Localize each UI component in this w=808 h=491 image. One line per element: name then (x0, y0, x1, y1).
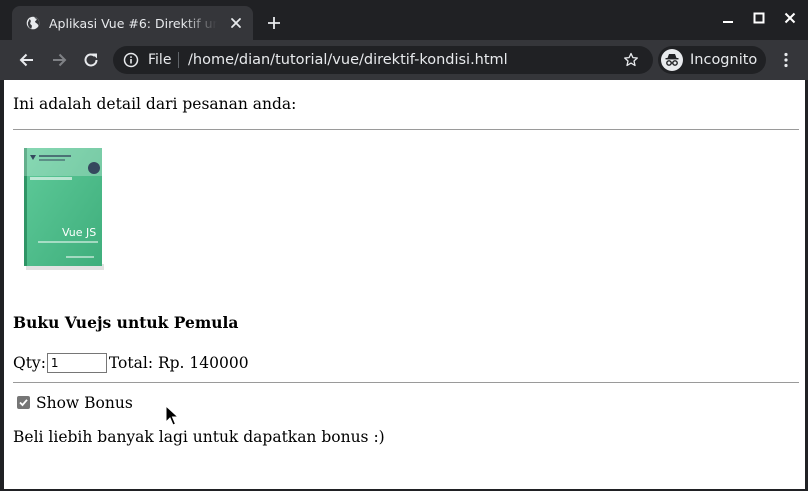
show-bonus-label[interactable]: Show Bonus (36, 394, 133, 412)
url-text[interactable]: /home/dian/tutorial/vue/direktif-kondisi… (188, 50, 508, 70)
globe-icon (26, 16, 40, 30)
show-bonus-row: Show Bonus (17, 393, 133, 413)
omnibox-separator (178, 52, 179, 68)
checkmark-icon (19, 399, 28, 407)
info-icon[interactable] (123, 52, 139, 68)
window-close-icon[interactable] (782, 10, 798, 26)
book-title: Buku Vuejs untuk Pemula (13, 313, 239, 332)
incognito-icon (661, 49, 683, 71)
scheme-label: File (148, 52, 172, 68)
maximize-icon[interactable] (751, 10, 767, 26)
cursor-icon (165, 405, 179, 426)
intro-text: Ini adalah detail dari pesanan anda: (13, 95, 297, 113)
qty-input[interactable] (46, 353, 107, 373)
forward-icon[interactable] (50, 51, 68, 69)
incognito-label: Incognito (690, 52, 758, 68)
show-bonus-checkbox[interactable] (17, 396, 30, 409)
back-icon[interactable] (18, 51, 36, 69)
qty-label: Qty: (13, 354, 46, 372)
page-content: Ini adalah detail dari pesanan anda: Vue… (4, 80, 805, 489)
book-cover-image: Vue JS (24, 148, 104, 270)
bonus-message: Beli liebih banyak lagi untuk dapatkan b… (13, 428, 385, 446)
tab-title: Aplikasi Vue #6: Direktif untuk Kondisi (49, 16, 217, 31)
address-bar[interactable]: File /home/dian/tutorial/vue/direktif-ko… (113, 46, 653, 74)
divider (13, 129, 799, 130)
close-icon[interactable] (228, 15, 244, 31)
tab-strip: Aplikasi Vue #6: Direktif untuk Kondisi (0, 0, 808, 40)
divider (13, 382, 799, 383)
incognito-badge[interactable]: Incognito (658, 46, 766, 74)
star-icon[interactable] (623, 52, 639, 68)
browser-tab[interactable]: Aplikasi Vue #6: Direktif untuk Kondisi (12, 6, 253, 40)
book-cover-title: Vue JS (62, 226, 96, 239)
minimize-icon[interactable] (720, 10, 736, 26)
reload-icon[interactable] (82, 51, 100, 69)
browser-toolbar: File /home/dian/tutorial/vue/direktif-ko… (0, 40, 808, 80)
total-text: Total: Rp. 140000 (108, 354, 249, 372)
plus-icon[interactable] (266, 15, 282, 31)
menu-dots-icon[interactable] (777, 51, 795, 69)
qty-row: Qty: Total: Rp. 140000 (13, 353, 249, 373)
